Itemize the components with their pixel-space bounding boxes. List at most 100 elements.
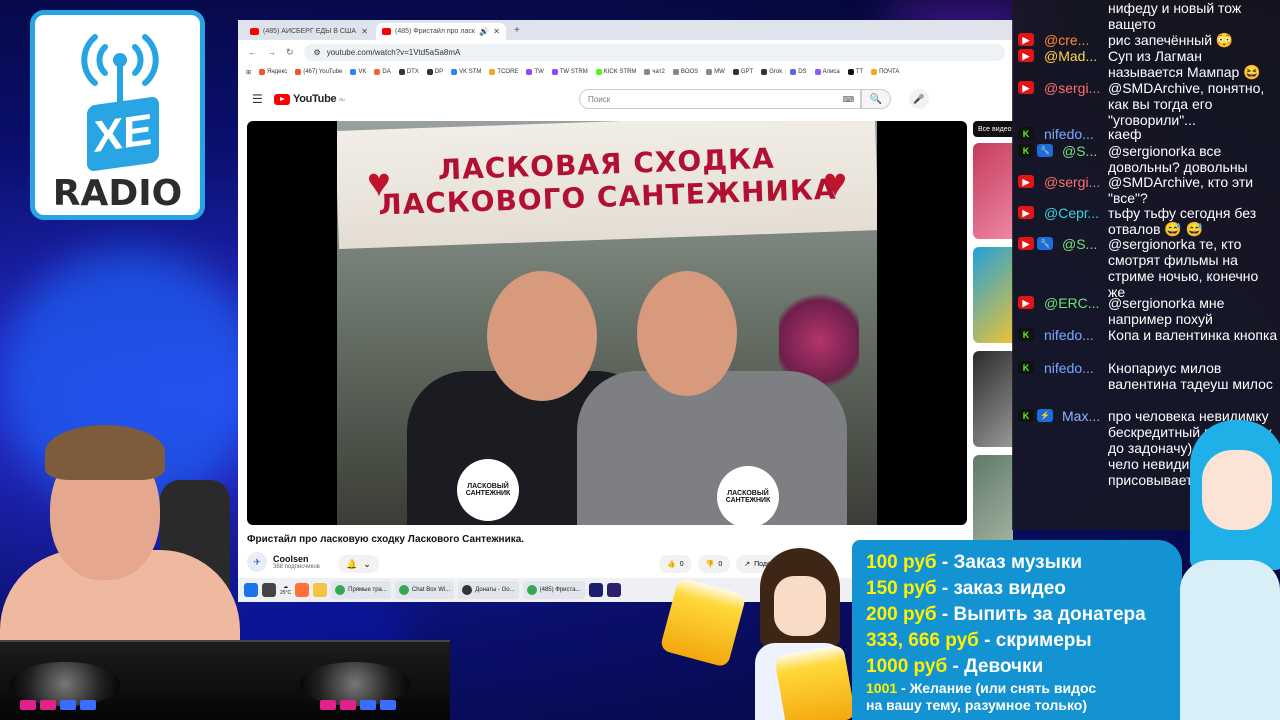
bookmark-item[interactable]: чат2 — [644, 69, 665, 75]
bookmark-item[interactable]: Яндекс — [259, 69, 287, 75]
chat-text: Копа и валентинка кнопка — [1108, 327, 1278, 343]
reload-icon[interactable]: ↻ — [286, 47, 294, 58]
xe-radio-logo: XE RADIO — [30, 10, 205, 220]
url-field[interactable]: ⚙ youtube.com/watch?v=1Vtd5aSa8mA — [303, 43, 1005, 61]
speaker-icon[interactable]: 🔊 — [479, 27, 489, 36]
browser-tab[interactable]: (485) АЙСБЕРГ ЕДЫ В США - Y ✕ — [244, 23, 374, 40]
apps-icon[interactable]: ⊞ — [246, 69, 251, 76]
bookmark-item[interactable]: ПОЧТА — [871, 69, 899, 75]
new-tab-button[interactable]: + — [508, 25, 526, 36]
search-input[interactable]: Поиск ⌨ — [579, 89, 861, 109]
voice-search-button[interactable]: 🎤 — [909, 89, 929, 109]
like-button[interactable]: 👍 0 — [659, 555, 692, 573]
taskbar-item[interactable]: (485) Фриста... — [522, 581, 585, 599]
video-thumbnail[interactable] — [973, 143, 1013, 239]
chat-author: @sergi... — [1044, 80, 1101, 96]
menu-icon[interactable]: ☰ — [252, 92, 274, 106]
folder-icon[interactable] — [313, 583, 328, 597]
chat-text: Кнопариус милов валентина тадеуш милос — [1108, 360, 1273, 392]
weather-widget[interactable]: ☁ 25°C — [280, 584, 291, 596]
bookmark-icon — [350, 69, 357, 75]
bookmark-icon — [398, 69, 405, 75]
forward-icon[interactable]: → — [267, 47, 276, 57]
bookmark-item[interactable]: (467) YouTube — [295, 69, 342, 75]
youtube-badge-icon: ▶ — [1018, 237, 1034, 250]
video-player[interactable]: ЛАСКОВАЯ СХОДКА ЛАСКОВОГО САНТЕЖНИКА ♥ ♥… — [247, 121, 967, 525]
close-icon[interactable]: ✕ — [493, 27, 500, 36]
moderator-icon: 🔧 — [1037, 237, 1053, 250]
kick-badge-icon: K — [1018, 409, 1034, 422]
bookmark-item[interactable]: Grok — [761, 69, 782, 75]
heart-icon: ♥ — [367, 161, 391, 205]
chat-author: @ERC... — [1044, 295, 1100, 311]
bookmark-item[interactable]: BOOS — [672, 69, 698, 75]
bookmark-item[interactable]: TW STRM — [551, 69, 588, 75]
bookmark-item[interactable]: Алиса — [814, 69, 840, 75]
donation-tier: на вашу тему, разумное только) — [866, 697, 1087, 713]
close-icon[interactable]: ✕ — [361, 27, 368, 36]
youtube-badge-icon: ▶ — [1018, 206, 1034, 219]
bookmark-item[interactable]: DP — [426, 69, 443, 75]
tab-bar: (485) АЙСБЕРГ ЕДЫ В США - Y ✕ (485) Фрис… — [238, 20, 1013, 40]
video-title: Фристайл про ласковую сходку Ласкового С… — [247, 534, 525, 545]
bookmark-icon — [489, 69, 496, 75]
bookmark-item[interactable]: GPT — [732, 69, 753, 75]
thumbs-up-icon: 👍 — [667, 561, 676, 568]
bookmark-item[interactable]: TW — [526, 69, 544, 75]
app-icon[interactable] — [588, 583, 603, 597]
youtube-logo[interactable]: YouTube RU — [274, 93, 345, 105]
tab-title: (485) Фристайл про ласков — [395, 28, 476, 35]
bookmark-icon — [374, 69, 381, 75]
pad-button — [40, 700, 56, 710]
taskbar-item[interactable]: Донаты - Go... — [458, 581, 519, 599]
chevron-down-icon: ⌄ — [363, 558, 371, 569]
site-info-icon[interactable]: ⚙ — [314, 48, 321, 57]
chat-author: nifedo... — [1044, 360, 1094, 376]
chat-author: nifedo... — [1044, 126, 1094, 142]
back-icon[interactable]: ← — [248, 47, 257, 57]
donation-tier: 100 руб - Заказ музыки — [866, 552, 1083, 573]
video-thumbnail[interactable] — [973, 247, 1013, 343]
bookmark-icon — [426, 69, 433, 75]
firefox-icon[interactable] — [295, 583, 310, 597]
address-bar: ← → ↻ ⚙ youtube.com/watch?v=1Vtd5aSa8mA — [238, 40, 1013, 64]
donation-tier: 200 руб - Выпить за донатера — [866, 604, 1146, 625]
video-thumbnail[interactable] — [973, 455, 1013, 551]
dj-controller — [0, 640, 450, 720]
kick-badge-icon: K — [1018, 361, 1034, 374]
subscription-bell-button[interactable]: 🔔 ⌄ — [338, 555, 379, 573]
bookmarks-bar: ⊞ Яндекс (467) YouTube VK DA DTX DP VK S… — [238, 64, 1013, 80]
chat-author: @Серг... — [1044, 205, 1099, 221]
bookmark-item[interactable]: DA — [374, 69, 391, 75]
person-right — [577, 371, 847, 525]
search-button[interactable]: 🔍 — [861, 89, 891, 109]
bookmark-item[interactable]: MW — [706, 69, 725, 75]
donation-tier: 333, 666 руб - скримеры — [866, 630, 1092, 651]
bookmark-icon — [871, 69, 878, 75]
video-thumbnail[interactable] — [973, 351, 1013, 447]
kick-badge-icon: K — [1018, 144, 1034, 157]
keyboard-icon[interactable]: ⌨ — [842, 95, 854, 104]
bookmark-item[interactable]: TCORE — [489, 69, 518, 75]
chrome-icon — [526, 585, 537, 595]
bookmark-item[interactable]: KICK STRM — [595, 69, 636, 75]
logo-text: RADIO — [52, 173, 183, 214]
youtube-header: ☰ YouTube RU Поиск ⌨ 🔍 🎤 — [238, 80, 1013, 118]
chat-author: @S... — [1062, 236, 1098, 252]
bookmark-item[interactable]: VK — [350, 69, 366, 75]
dislike-button[interactable]: 👎 0 — [697, 555, 731, 573]
bookmark-item[interactable]: VK STM — [451, 69, 481, 75]
browser-tab-active[interactable]: (485) Фристайл про ласков 🔊 ✕ — [376, 23, 506, 40]
taskbar-item[interactable]: Chat Box Wi... — [394, 581, 455, 599]
chat-author: nifedo... — [1044, 327, 1094, 343]
pad-button — [340, 700, 356, 710]
premiere-icon[interactable] — [606, 583, 621, 597]
bookmark-item[interactable]: TT — [847, 69, 863, 75]
taskbar-item[interactable]: Прямые тра... — [331, 581, 391, 599]
channel-name[interactable]: Coolsen — [273, 554, 320, 564]
chat-author: @cre... — [1044, 32, 1090, 48]
bookmark-item[interactable]: DTX — [398, 69, 419, 75]
filter-chip-all[interactable]: Все видео — [973, 121, 1013, 137]
bookmark-item[interactable]: DS — [790, 69, 807, 75]
face-right — [637, 271, 737, 396]
